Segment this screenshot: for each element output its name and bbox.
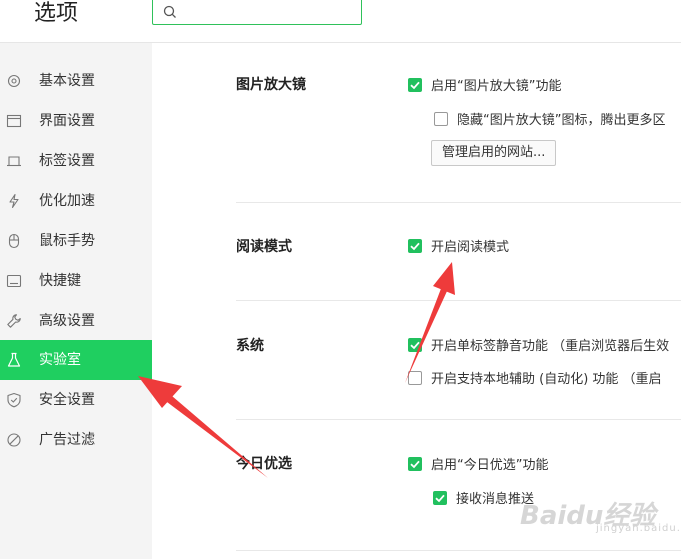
- shield-icon: [7, 392, 21, 408]
- sidebar-item-adblock[interactable]: 广告过滤: [0, 420, 152, 460]
- sidebar-item-label: 标签设置: [39, 153, 95, 169]
- sidebar-item-lab[interactable]: 实验室: [0, 340, 152, 380]
- option-enable-today-picks[interactable]: 启用“今日优选”功能: [408, 454, 548, 473]
- sidebar-item-label: 优化加速: [39, 193, 95, 209]
- checkbox-checked-icon[interactable]: [433, 490, 447, 505]
- option-enable-magnifier[interactable]: 启用“图片放大镜”功能: [408, 75, 561, 94]
- block-icon: [7, 433, 21, 447]
- section-divider: [236, 419, 681, 420]
- sidebar-item-shortcuts[interactable]: 快捷键: [0, 261, 152, 301]
- flask-icon: [7, 352, 21, 367]
- mouse-icon: [8, 233, 20, 249]
- sidebar-item-label: 高级设置: [39, 313, 95, 329]
- checkbox-checked-icon[interactable]: [408, 456, 422, 471]
- search-input[interactable]: [183, 2, 353, 22]
- section-divider: [236, 550, 681, 551]
- watermark: Baidu经验 jingyan.baidu.com: [520, 495, 681, 535]
- sidebar-item-mouse-gesture[interactable]: 鼠标手势: [0, 221, 152, 261]
- sidebar-item-security[interactable]: 安全设置: [0, 380, 152, 420]
- option-local-automation[interactable]: 开启支持本地辅助 (自动化) 功能 （重启: [408, 368, 662, 387]
- sidebar-item-tabs[interactable]: 标签设置: [0, 141, 152, 181]
- sidebar-item-label: 广告过滤: [39, 432, 95, 448]
- option-single-tab-mute[interactable]: 开启单标签静音功能 （重启浏览器后生效: [408, 335, 669, 354]
- sidebar-item-label: 鼠标手势: [39, 233, 95, 249]
- option-label: 启用“图片放大镜”功能: [431, 79, 562, 94]
- sidebar-item-label: 实验室: [39, 352, 81, 368]
- section-title-system: 系统: [236, 338, 264, 354]
- checkbox-checked-icon[interactable]: [408, 77, 422, 92]
- sidebar-item-interface[interactable]: 界面设置: [0, 101, 152, 141]
- section-title-reading: 阅读模式: [236, 239, 292, 255]
- sidebar-item-label: 基本设置: [39, 73, 95, 89]
- section-title-magnifier: 图片放大镜: [236, 77, 306, 93]
- section-title-today: 今日优选: [236, 456, 292, 472]
- sidebar-item-label: 快捷键: [39, 273, 81, 289]
- lightning-icon: [9, 193, 19, 209]
- window-icon: [6, 114, 22, 128]
- option-receive-push[interactable]: 接收消息推送: [433, 488, 534, 507]
- sidebar-item-basic[interactable]: 基本设置: [0, 61, 152, 101]
- checkbox-unchecked-icon[interactable]: [408, 370, 422, 385]
- tab-icon: [7, 156, 21, 167]
- option-hide-magnifier-icon[interactable]: 隐藏“图片放大镜”图标，腾出更多区: [434, 109, 665, 128]
- sidebar: 基本设置 界面设置 标签设置 优化加速 鼠标手势 快捷键 高级设置 实验室 安全…: [0, 43, 152, 559]
- wrench-icon: [7, 314, 21, 328]
- page-title: 选项: [34, 1, 79, 26]
- settings-content: 图片放大镜 启用“图片放大镜”功能 隐藏“图片放大镜”图标，腾出更多区 管理启用…: [152, 43, 681, 559]
- option-label: 开启阅读模式: [431, 240, 510, 255]
- option-label: 开启单标签静音功能 （重启浏览器后生效: [431, 339, 670, 354]
- option-label: 启用“今日优选”功能: [431, 458, 549, 473]
- manage-sites-button[interactable]: 管理启用的网站...: [431, 140, 557, 166]
- checkbox-unchecked-icon[interactable]: [434, 111, 448, 126]
- checkbox-checked-icon[interactable]: [408, 238, 422, 253]
- search-icon: [163, 5, 176, 18]
- option-label: 开启支持本地辅助 (自动化) 功能 （重启: [431, 372, 662, 387]
- sidebar-item-label: 界面设置: [39, 113, 95, 129]
- sidebar-item-label: 安全设置: [39, 392, 95, 408]
- checkbox-checked-icon[interactable]: [408, 337, 422, 352]
- gear-icon: [7, 74, 21, 88]
- header: 选项: [0, 0, 681, 43]
- sidebar-item-advanced[interactable]: 高级设置: [0, 301, 152, 341]
- section-divider: [236, 300, 681, 301]
- keyboard-icon: [6, 274, 22, 288]
- search-box[interactable]: [152, 0, 362, 25]
- sidebar-item-optimize[interactable]: 优化加速: [0, 181, 152, 221]
- option-label: 隐藏“图片放大镜”图标，腾出更多区: [457, 113, 666, 128]
- watermark-url: jingyan.baidu.com: [596, 523, 681, 534]
- section-divider: [236, 202, 681, 203]
- option-enable-reading-mode[interactable]: 开启阅读模式: [408, 236, 509, 255]
